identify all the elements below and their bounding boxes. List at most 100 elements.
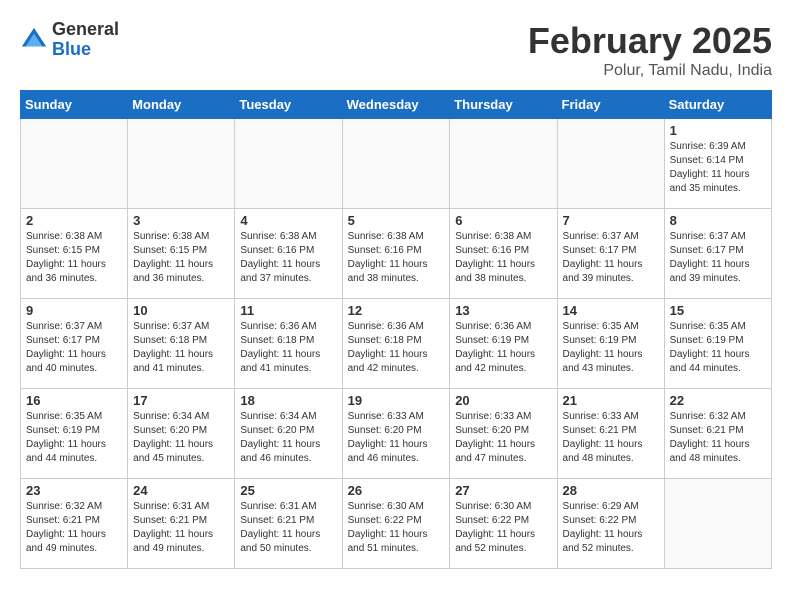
calendar-cell: 4Sunrise: 6:38 AM Sunset: 6:16 PM Daylig… xyxy=(235,209,342,299)
weekday-header: Wednesday xyxy=(342,91,450,119)
day-info: Sunrise: 6:37 AM Sunset: 6:17 PM Dayligh… xyxy=(563,230,659,286)
weekday-header: Thursday xyxy=(450,91,557,119)
day-number: 3 xyxy=(133,213,229,228)
weekday-header: Monday xyxy=(128,91,235,119)
calendar-week-row: 2 Sunrise: 6:38 AM Sunset: 6:15 PM Daylig… xyxy=(21,209,772,299)
page-header: General Blue February 2025 Polur, Tamil … xyxy=(20,20,772,80)
calendar-cell: 9 Sunrise: 6:37 AM Sunset: 6:17 PM Daylig… xyxy=(21,299,128,389)
calendar-week-row: 9 Sunrise: 6:37 AM Sunset: 6:17 PM Daylig… xyxy=(21,299,772,389)
logo-text: General Blue xyxy=(52,20,119,60)
day-info: Sunrise: 6:38 AM Sunset: 6:16 PM Dayligh… xyxy=(348,230,445,286)
day-info: Sunrise: 6:33 AM Sunset: 6:20 PM Dayligh… xyxy=(348,410,445,466)
calendar-cell: 15 Sunrise: 6:35 AM Sunset: 6:19 PM Dayli… xyxy=(664,299,771,389)
day-number: 8 xyxy=(670,213,766,228)
day-number: 20 xyxy=(455,393,551,408)
calendar-cell xyxy=(342,119,450,209)
day-number: 12 xyxy=(348,303,445,318)
day-info: Sunrise: 6:30 AM Sunset: 6:22 PM Dayligh… xyxy=(455,500,551,556)
weekday-header: Friday xyxy=(557,91,664,119)
weekday-header: Tuesday xyxy=(235,91,342,119)
calendar-cell: 22Sunrise: 6:32 AM Sunset: 6:21 PM Dayli… xyxy=(664,389,771,479)
calendar-week-row: 23 Sunrise: 6:32 AM Sunset: 6:21 PM Dayli… xyxy=(21,479,772,569)
calendar-cell: 16 Sunrise: 6:35 AM Sunset: 6:19 PM Dayli… xyxy=(21,389,128,479)
day-number: 16 xyxy=(26,393,122,408)
day-number: 15 xyxy=(670,303,766,318)
calendar-cell: 6 Sunrise: 6:38 AM Sunset: 6:16 PM Daylig… xyxy=(450,209,557,299)
day-number: 13 xyxy=(455,303,551,318)
day-number: 17 xyxy=(133,393,229,408)
calendar-cell: 18 Sunrise: 6:34 AM Sunset: 6:20 PM Dayli… xyxy=(235,389,342,479)
day-info: Sunrise: 6:37 AM Sunset: 6:18 PM Dayligh… xyxy=(133,320,229,376)
day-number: 11 xyxy=(240,303,336,318)
day-info: Sunrise: 6:32 AM Sunset: 6:21 PM Dayligh… xyxy=(26,500,122,556)
calendar-cell: 19 Sunrise: 6:33 AM Sunset: 6:20 PM Dayli… xyxy=(342,389,450,479)
day-info: Sunrise: 6:29 AM Sunset: 6:22 PM Dayligh… xyxy=(563,500,659,556)
location: Polur, Tamil Nadu, India xyxy=(528,62,772,80)
day-info: Sunrise: 6:34 AM Sunset: 6:20 PM Dayligh… xyxy=(240,410,336,466)
day-number: 1 xyxy=(670,123,766,138)
day-info: Sunrise: 6:39 AM Sunset: 6:14 PM Dayligh… xyxy=(670,140,766,196)
day-number: 18 xyxy=(240,393,336,408)
calendar-cell: 13 Sunrise: 6:36 AM Sunset: 6:19 PM Dayli… xyxy=(450,299,557,389)
calendar-cell: 1 Sunrise: 6:39 AM Sunset: 6:14 PM Daylig… xyxy=(664,119,771,209)
calendar-cell: 10 Sunrise: 6:37 AM Sunset: 6:18 PM Dayli… xyxy=(128,299,235,389)
day-number: 26 xyxy=(348,483,445,498)
day-number: 19 xyxy=(348,393,445,408)
month-year: February 2025 xyxy=(528,20,772,62)
calendar-cell: 17Sunrise: 6:34 AM Sunset: 6:20 PM Dayli… xyxy=(128,389,235,479)
day-info: Sunrise: 6:37 AM Sunset: 6:17 PM Dayligh… xyxy=(670,230,766,286)
day-info: Sunrise: 6:30 AM Sunset: 6:22 PM Dayligh… xyxy=(348,500,445,556)
day-number: 7 xyxy=(563,213,659,228)
calendar-cell: 23 Sunrise: 6:32 AM Sunset: 6:21 PM Dayli… xyxy=(21,479,128,569)
logo-general: General xyxy=(52,20,119,40)
day-number: 23 xyxy=(26,483,122,498)
calendar-cell xyxy=(557,119,664,209)
logo: General Blue xyxy=(20,20,119,60)
calendar-cell: 25 Sunrise: 6:31 AM Sunset: 6:21 PM Dayli… xyxy=(235,479,342,569)
day-number: 2 xyxy=(26,213,122,228)
calendar-week-row: 1 Sunrise: 6:39 AM Sunset: 6:14 PM Daylig… xyxy=(21,119,772,209)
calendar-cell: 8 Sunrise: 6:37 AM Sunset: 6:17 PM Daylig… xyxy=(664,209,771,299)
day-number: 9 xyxy=(26,303,122,318)
calendar-week-row: 16 Sunrise: 6:35 AM Sunset: 6:19 PM Dayli… xyxy=(21,389,772,479)
day-number: 6 xyxy=(455,213,551,228)
calendar-cell: 24Sunrise: 6:31 AM Sunset: 6:21 PM Dayli… xyxy=(128,479,235,569)
calendar-cell: 2Sunrise: 6:38 AM Sunset: 6:15 PM Daylig… xyxy=(21,209,128,299)
calendar-cell: 28 Sunrise: 6:29 AM Sunset: 6:22 PM Dayli… xyxy=(557,479,664,569)
logo-icon xyxy=(20,26,48,54)
calendar-cell: 14Sunrise: 6:35 AM Sunset: 6:19 PM Dayli… xyxy=(557,299,664,389)
day-number: 21 xyxy=(563,393,659,408)
day-number: 28 xyxy=(563,483,659,498)
day-info: Sunrise: 6:32 AM Sunset: 6:21 PM Dayligh… xyxy=(670,410,766,466)
day-number: 25 xyxy=(240,483,336,498)
calendar-cell: 26 Sunrise: 6:30 AM Sunset: 6:22 PM Dayli… xyxy=(342,479,450,569)
calendar-cell xyxy=(21,119,128,209)
day-info: Sunrise: 6:35 AM Sunset: 6:19 PM Dayligh… xyxy=(563,320,659,376)
day-info: Sunrise: 6:35 AM Sunset: 6:19 PM Dayligh… xyxy=(670,320,766,376)
day-info: Sunrise: 6:38 AM Sunset: 6:16 PM Dayligh… xyxy=(240,230,336,286)
weekday-header: Saturday xyxy=(664,91,771,119)
calendar-cell: 21Sunrise: 6:33 AM Sunset: 6:21 PM Dayli… xyxy=(557,389,664,479)
calendar-cell: 7 Sunrise: 6:37 AM Sunset: 6:17 PM Daylig… xyxy=(557,209,664,299)
day-info: Sunrise: 6:37 AM Sunset: 6:17 PM Dayligh… xyxy=(26,320,122,376)
calendar-cell xyxy=(664,479,771,569)
calendar-cell xyxy=(235,119,342,209)
calendar-cell xyxy=(128,119,235,209)
calendar-cell: 5 Sunrise: 6:38 AM Sunset: 6:16 PM Daylig… xyxy=(342,209,450,299)
title-block: February 2025 Polur, Tamil Nadu, India xyxy=(528,20,772,80)
day-info: Sunrise: 6:31 AM Sunset: 6:21 PM Dayligh… xyxy=(240,500,336,556)
logo-blue: Blue xyxy=(52,40,119,60)
day-info: Sunrise: 6:38 AM Sunset: 6:15 PM Dayligh… xyxy=(133,230,229,286)
weekday-header: Sunday xyxy=(21,91,128,119)
day-info: Sunrise: 6:36 AM Sunset: 6:19 PM Dayligh… xyxy=(455,320,551,376)
calendar-header-row: SundayMondayTuesdayWednesdayThursdayFrid… xyxy=(21,91,772,119)
calendar-cell xyxy=(450,119,557,209)
day-number: 24 xyxy=(133,483,229,498)
day-number: 10 xyxy=(133,303,229,318)
day-info: Sunrise: 6:33 AM Sunset: 6:20 PM Dayligh… xyxy=(455,410,551,466)
day-info: Sunrise: 6:38 AM Sunset: 6:16 PM Dayligh… xyxy=(455,230,551,286)
day-number: 27 xyxy=(455,483,551,498)
day-info: Sunrise: 6:35 AM Sunset: 6:19 PM Dayligh… xyxy=(26,410,122,466)
day-number: 5 xyxy=(348,213,445,228)
calendar-cell: 11Sunrise: 6:36 AM Sunset: 6:18 PM Dayli… xyxy=(235,299,342,389)
